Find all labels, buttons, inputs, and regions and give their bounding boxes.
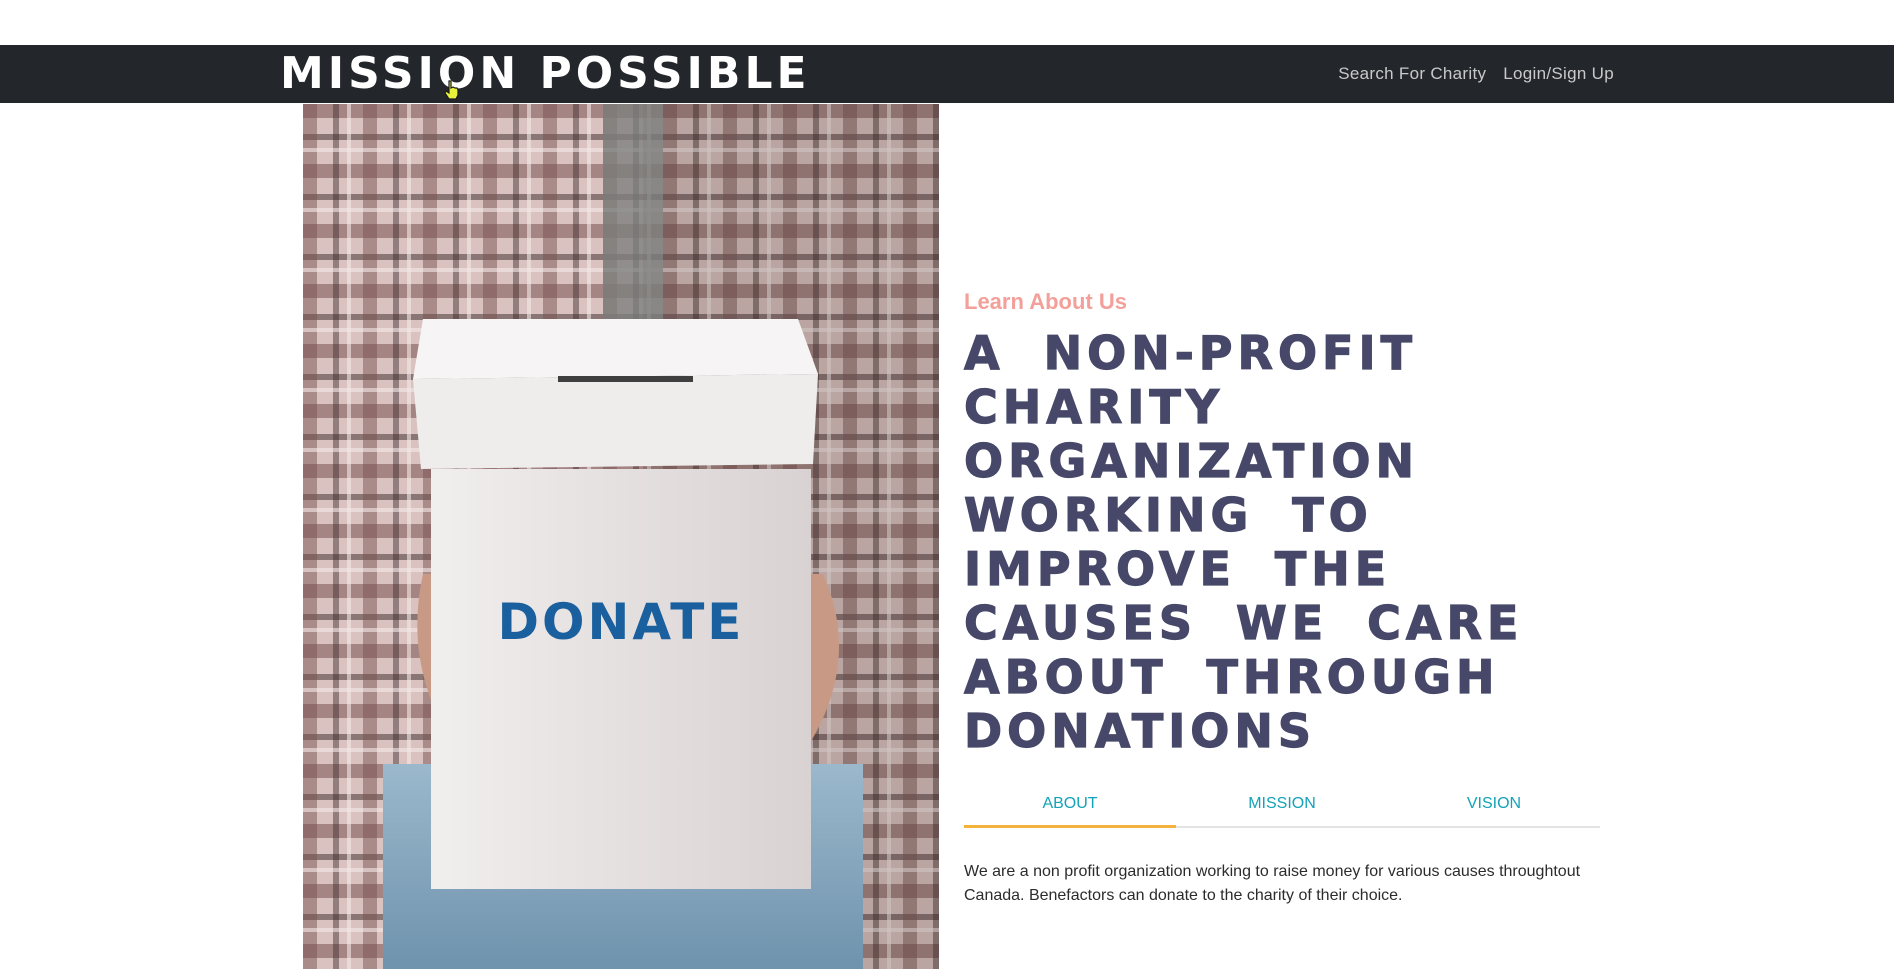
about-tabs: ABOUT MISSION VISION (964, 788, 1600, 828)
brand-logo[interactable]: MISSION POSSIBLE (280, 47, 811, 101)
hero-image: DONATE (303, 104, 939, 969)
page-headline: A Non-Profit Charity Organization Workin… (963, 325, 1524, 758)
tab-content: We are a non profit organization working… (964, 863, 1581, 904)
nav-links: Search For Charity Login/Sign Up (1338, 45, 1614, 103)
hand-pointer-icon (444, 80, 459, 100)
nav-link-login-signup[interactable]: Login/Sign Up (1503, 64, 1614, 84)
nav-link-search-charity[interactable]: Search For Charity (1338, 64, 1486, 84)
section-eyebrow: Learn About Us (964, 289, 1127, 314)
tab-vision[interactable]: VISION (1388, 788, 1600, 826)
tab-about[interactable]: ABOUT (964, 788, 1176, 828)
donate-box-text: DONATE (498, 593, 745, 651)
navbar: MISSION POSSIBLE Search For Charity Logi… (0, 45, 1894, 103)
about-section: Learn About Us A Non-Profit Charity Orga… (963, 288, 1600, 904)
tab-mission[interactable]: MISSION (1176, 788, 1388, 826)
